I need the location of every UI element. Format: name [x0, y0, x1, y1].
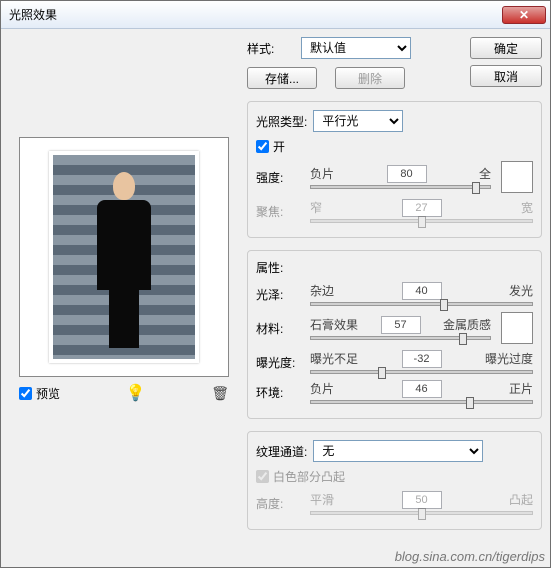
preview-canvas[interactable] — [19, 137, 229, 377]
gloss-label: 光泽: — [256, 286, 304, 303]
focus-label: 聚焦: — [256, 203, 304, 220]
light-on-input[interactable] — [256, 140, 269, 153]
preview-image — [49, 151, 199, 363]
focus-slider — [310, 219, 533, 223]
style-select[interactable]: 默认值 — [301, 37, 411, 59]
ambience-value[interactable]: 46 — [402, 380, 442, 398]
properties-label: 属性: — [256, 259, 283, 276]
height-value: 50 — [402, 491, 442, 509]
trash-icon[interactable]: 🗑 — [211, 385, 229, 402]
light-on-label: 开 — [273, 138, 285, 155]
white-high-label: 白色部分凸起 — [273, 468, 345, 485]
titlebar[interactable]: 光照效果 ✕ — [1, 1, 550, 29]
save-button[interactable]: 存储... — [247, 67, 317, 89]
style-label: 样式: — [247, 40, 295, 57]
gloss-slider[interactable] — [310, 302, 533, 306]
window-title: 光照效果 — [9, 6, 502, 23]
intensity-value[interactable]: 80 — [387, 165, 427, 183]
intensity-slider[interactable] — [310, 185, 491, 189]
light-color-swatch[interactable] — [501, 161, 533, 193]
exposure-value[interactable]: -32 — [402, 350, 442, 368]
ambient-color-swatch[interactable] — [501, 312, 533, 344]
lighting-effects-dialog: 光照效果 ✕ 预览 💡 🗑 — [0, 0, 551, 568]
preview-checkbox[interactable]: 预览 — [19, 385, 60, 402]
height-slider — [310, 511, 533, 515]
preview-label: 预览 — [36, 385, 60, 402]
exposure-label: 曝光度: — [256, 354, 304, 371]
gloss-value[interactable]: 40 — [402, 282, 442, 300]
texture-select[interactable]: 无 — [313, 440, 483, 462]
material-slider[interactable] — [310, 336, 491, 340]
height-label: 高度: — [256, 495, 304, 512]
lightbulb-icon[interactable]: 💡 — [126, 383, 146, 403]
light-on-checkbox[interactable]: 开 — [256, 138, 533, 155]
texture-group: 纹理通道: 无 白色部分凸起 高度: 平滑50凸起 — [247, 431, 542, 530]
close-button[interactable]: ✕ — [502, 6, 546, 24]
ambience-slider[interactable] — [310, 400, 533, 404]
light-type-label: 光照类型: — [256, 113, 307, 130]
properties-group: 属性: 光泽: 杂边40发光 材料: 石膏效果57金属质感 — [247, 250, 542, 419]
preview-checkbox-input[interactable] — [19, 387, 32, 400]
intensity-label: 强度: — [256, 169, 304, 186]
light-type-group: 光照类型: 平行光 开 强度: 负片80全 聚焦: — [247, 101, 542, 238]
cancel-button[interactable]: 取消 — [470, 65, 542, 87]
material-label: 材料: — [256, 320, 304, 337]
white-high-checkbox: 白色部分凸起 — [256, 468, 533, 485]
delete-button[interactable]: 删除 — [335, 67, 405, 89]
ambience-label: 环境: — [256, 384, 304, 401]
exposure-slider[interactable] — [310, 370, 533, 374]
white-high-input — [256, 470, 269, 483]
ok-button[interactable]: 确定 — [470, 37, 542, 59]
light-type-select[interactable]: 平行光 — [313, 110, 403, 132]
texture-label: 纹理通道: — [256, 443, 307, 460]
close-icon: ✕ — [519, 8, 529, 22]
watermark: blog.sina.com.cn/tigerdips — [395, 549, 545, 564]
material-value[interactable]: 57 — [381, 316, 421, 334]
focus-value: 27 — [402, 199, 442, 217]
